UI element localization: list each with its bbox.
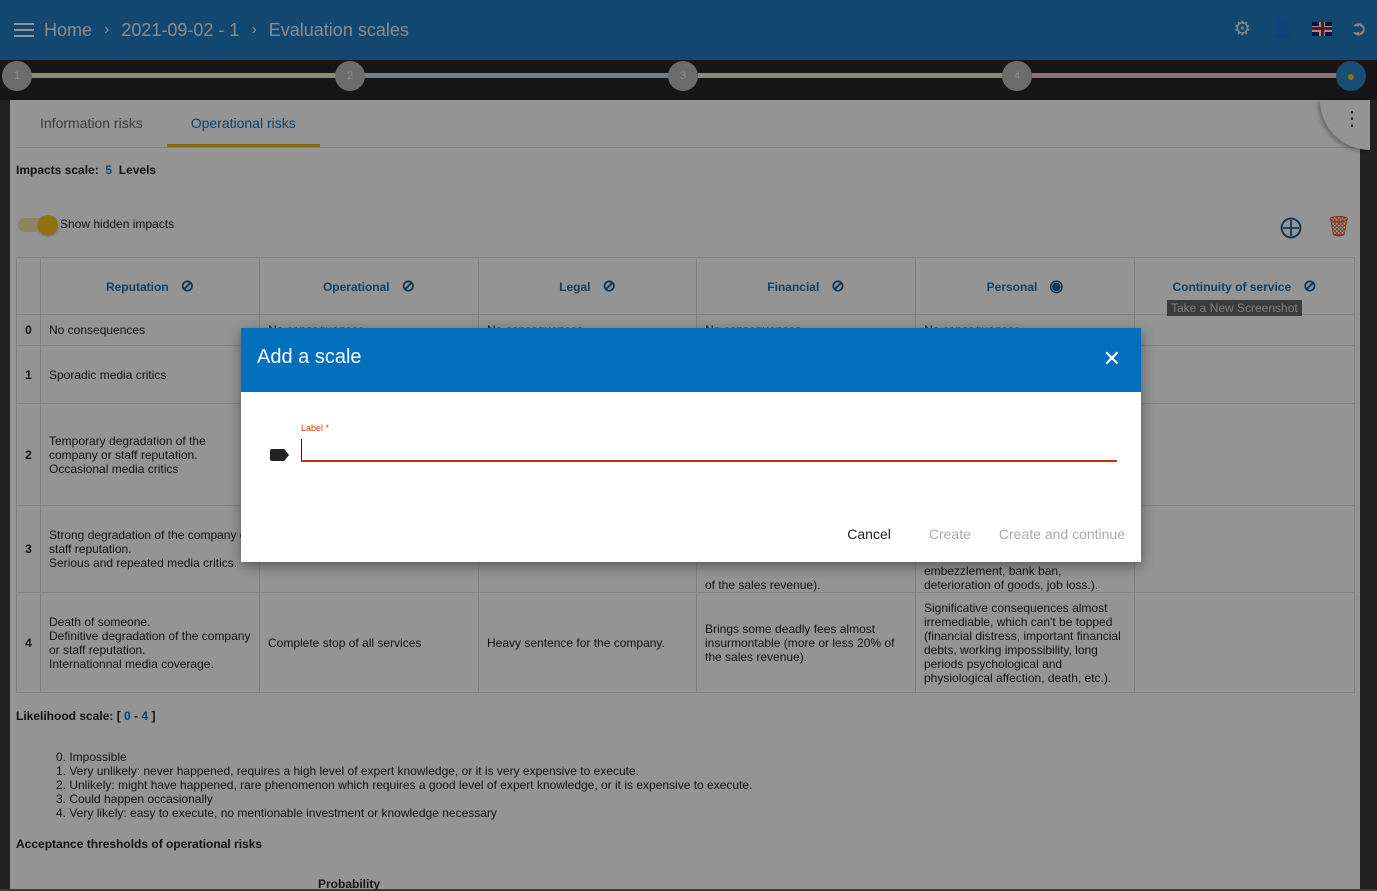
cancel-button[interactable]: Cancel xyxy=(847,526,891,542)
label-input[interactable] xyxy=(301,439,1117,462)
label-icon xyxy=(270,449,289,461)
close-icon[interactable]: ✕ xyxy=(1103,346,1121,372)
dialog-title: Add a scale xyxy=(257,346,362,368)
create-and-continue-button[interactable]: Create and continue xyxy=(999,526,1125,542)
create-button[interactable]: Create xyxy=(929,526,971,542)
add-scale-dialog: Add a scale ✕ Label * Cancel Create Creat… xyxy=(241,328,1141,562)
label-field-label: Label * xyxy=(301,423,330,433)
